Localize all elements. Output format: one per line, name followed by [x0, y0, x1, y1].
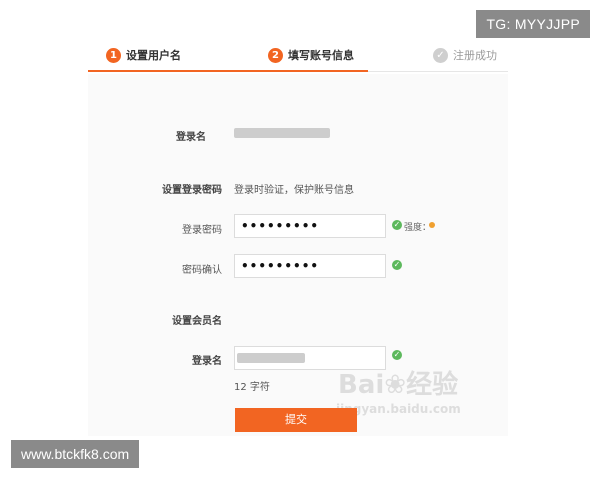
login-name-label: 登录名 [176, 132, 206, 143]
login-name-value [234, 128, 330, 138]
step-success: ✓ 注册成功 [433, 47, 497, 63]
overlay-tag: TG: MYYJJPP [476, 10, 590, 38]
registration-form: 登录名 设置登录密码 登录时验证，保护账号信息 登录密码 ••••••••• ✓… [88, 74, 508, 436]
password-label: 登录密码 [182, 225, 222, 236]
check-icon: ✓ [433, 47, 448, 63]
registration-steps: 1 设置用户名 2 填写账号信息 ✓ 注册成功 [88, 40, 508, 72]
step-1-number: 1 [106, 47, 121, 63]
password-input[interactable]: ••••••••• [234, 214, 386, 238]
watermark-brand: Bai [338, 370, 385, 400]
password-value: ••••••••• [241, 219, 320, 233]
step-3-label: 注册成功 [453, 49, 497, 62]
step-2-label: 填写账号信息 [288, 49, 354, 62]
step-account-info: 2 填写账号信息 [268, 47, 354, 63]
watermark-brand-cn: 经验 [406, 370, 459, 400]
set-password-label: 设置登录密码 [162, 185, 222, 196]
confirm-password-value: ••••••••• [241, 259, 320, 273]
confirm-check-icon: ✓ [392, 260, 402, 270]
submit-button[interactable]: 提交 [235, 408, 357, 432]
steps-progress-line [88, 70, 368, 72]
baidu-watermark-logo: Bai❀经验 [338, 364, 458, 401]
paw-icon: ❀ [384, 370, 407, 400]
password-check-icon: ✓ [392, 220, 402, 230]
confirm-password-label: 密码确认 [182, 265, 222, 276]
member-login-label: 登录名 [192, 356, 222, 367]
step-set-username: 1 设置用户名 [106, 47, 181, 63]
step-2-number: 2 [268, 47, 283, 63]
step-1-label: 设置用户名 [126, 49, 181, 62]
strength-indicator [429, 222, 435, 228]
set-password-hint: 登录时验证，保护账号信息 [234, 185, 354, 196]
member-login-value [237, 353, 305, 363]
char-count: 12 字符 [234, 382, 270, 393]
strength-label: 强度： [404, 223, 432, 233]
member-section-title: 设置会员名 [172, 316, 222, 327]
overlay-url: www.btckfk8.com [11, 440, 140, 468]
member-check-icon: ✓ [392, 350, 402, 360]
confirm-password-input[interactable]: ••••••••• [234, 254, 386, 278]
